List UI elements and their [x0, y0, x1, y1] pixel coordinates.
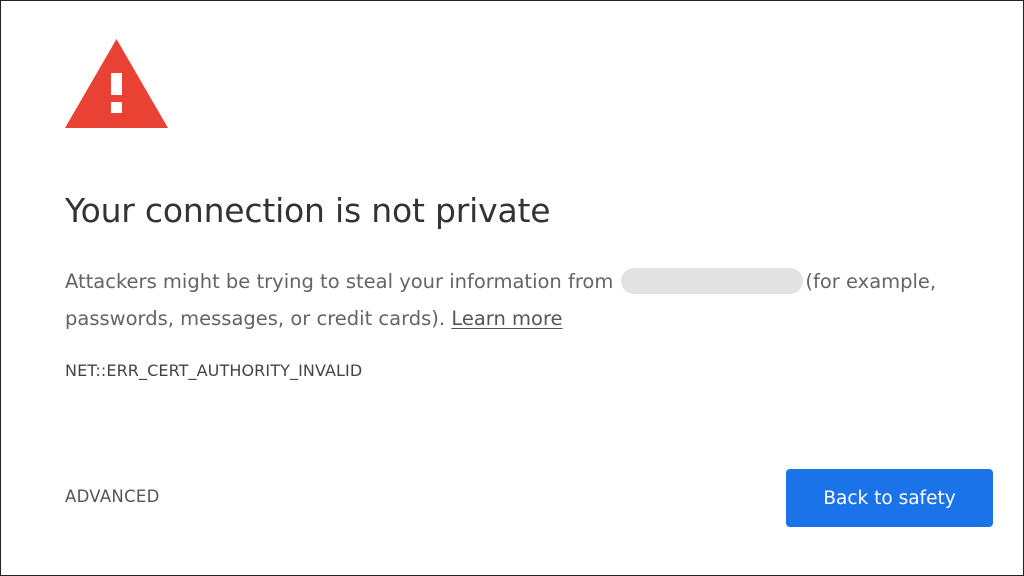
warning-triangle-icon	[65, 39, 168, 128]
error-code: NET::ERR_CERT_AUTHORITY_INVALID	[65, 361, 363, 380]
learn-more-link[interactable]: Learn more	[451, 307, 562, 330]
redacted-url	[621, 268, 804, 294]
explanation-text-start: Attackers might be trying to steal your …	[65, 270, 614, 293]
explanation-text: Attackers might be trying to steal your …	[65, 263, 945, 337]
back-to-safety-button[interactable]: Back to safety	[786, 469, 993, 527]
advanced-button[interactable]: ADVANCED	[65, 487, 160, 506]
page-title: Your connection is not private	[65, 191, 551, 230]
interstitial-page: Your connection is not private Attackers…	[0, 0, 1024, 576]
